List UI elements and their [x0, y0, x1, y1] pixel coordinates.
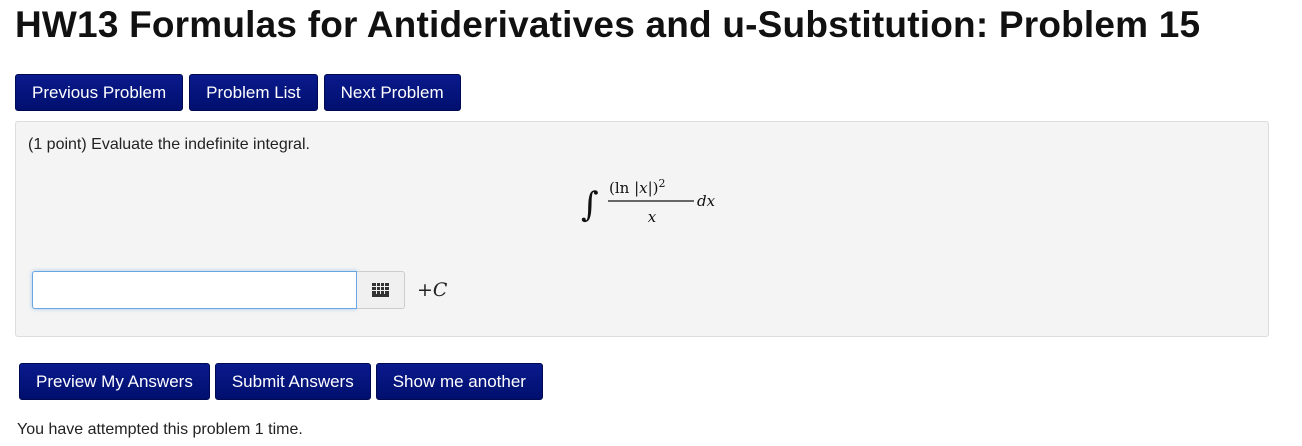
answer-input[interactable]: [32, 271, 357, 309]
page-title: HW13 Formulas for Antiderivatives and u-…: [15, 4, 1201, 45]
differential: dx: [697, 192, 716, 210]
attempt-status: You have attempted this problem 1 time.: [17, 421, 303, 438]
grid-icon: [371, 283, 389, 297]
next-problem-button[interactable]: Next Problem: [323, 74, 461, 111]
problem-navigation: Previous Problem Problem List Next Probl…: [15, 74, 461, 111]
plus-constant: +C: [417, 279, 447, 301]
previous-problem-button[interactable]: Previous Problem: [15, 74, 184, 111]
integral-sign: ∫: [581, 185, 599, 225]
problem-panel: (1 point) Evaluate the indefinite integr…: [15, 121, 1269, 337]
submit-answers-button[interactable]: Submit Answers: [214, 363, 371, 400]
integrand-denominator: x: [648, 208, 657, 226]
integrand-numerator: (ln |x|)2: [609, 177, 666, 197]
equation-palette-button[interactable]: [357, 271, 405, 309]
integral-expression: ∫ (ln |x|)2 x dx: [581, 177, 716, 226]
problem-list-button[interactable]: Problem List: [189, 74, 318, 111]
show-another-button[interactable]: Show me another: [375, 363, 543, 400]
constant-c: C: [432, 279, 448, 301]
plus-sign: +: [417, 279, 433, 301]
answer-actions: Preview My Answers Submit Answers Show m…: [19, 363, 543, 400]
answer-row: +C: [32, 271, 447, 309]
preview-answers-button[interactable]: Preview My Answers: [19, 363, 210, 400]
problem-statement: (1 point) Evaluate the indefinite integr…: [28, 136, 310, 153]
